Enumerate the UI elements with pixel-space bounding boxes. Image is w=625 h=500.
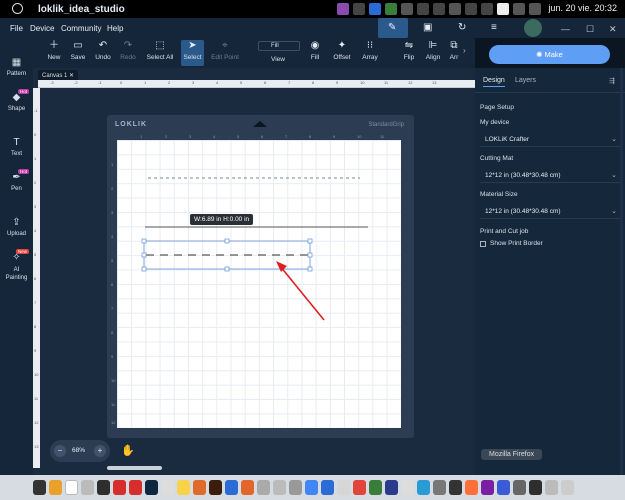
zoom-control: − 68% + (50, 440, 110, 462)
show-print-border-label: Show Print Border (490, 240, 543, 247)
hand-pan-icon[interactable]: ✋ (121, 444, 135, 457)
material-size-label: Material Size (480, 191, 518, 198)
resize-handle[interactable] (307, 266, 313, 272)
material-size-select[interactable]: 12*12 in (30.48*30.48 cm) ⌄ (480, 204, 621, 219)
zoom-in-button[interactable]: + (94, 445, 106, 457)
dock (33, 478, 574, 498)
dock-app-icon[interactable] (81, 480, 94, 495)
chrome-icon[interactable] (305, 480, 318, 495)
make-button[interactable]: ✺ Make (489, 45, 610, 64)
cutting-mat-select[interactable]: 12*12 in (30.48*30.48 cm) ⌄ (480, 168, 621, 183)
print-cut-label: Print and Cut job (480, 228, 529, 235)
panel-menu-icon[interactable]: ⇶ (609, 77, 615, 85)
dock-app-icon[interactable] (497, 480, 510, 495)
resize-handle[interactable] (141, 252, 147, 258)
dock-app-icon[interactable] (33, 480, 46, 495)
dock-app-icon[interactable] (273, 480, 286, 495)
dock-app-icon[interactable] (545, 480, 558, 495)
dock-app-icon[interactable] (529, 480, 542, 495)
dock-app-icon[interactable] (177, 480, 190, 495)
resize-handle[interactable] (307, 238, 313, 244)
dock-app-icon[interactable] (129, 480, 142, 495)
my-device-label: My device (480, 119, 510, 126)
make-icon: ✺ (536, 50, 545, 59)
resize-handle[interactable] (224, 266, 230, 272)
device-select[interactable]: LOKLiK Crafter ⌄ (480, 132, 621, 147)
dock-app-icon[interactable] (321, 480, 334, 495)
horizontal-scrollbar[interactable] (107, 466, 162, 470)
dock-app-icon[interactable] (49, 480, 62, 495)
dock-app-icon[interactable] (257, 480, 270, 495)
dock-app-icon[interactable] (369, 480, 382, 495)
resize-handle[interactable] (141, 238, 147, 244)
tab-layers[interactable]: Layers (515, 77, 536, 84)
dock-app-icon[interactable] (417, 480, 430, 495)
firefox-icon[interactable] (465, 480, 478, 495)
dock-app-icon[interactable] (337, 480, 350, 495)
cutting-mat-label: Cutting Mat (480, 155, 514, 162)
dock-app-icon[interactable] (401, 480, 414, 495)
panel-scrollbar[interactable] (620, 68, 623, 475)
annotation-arrow (279, 265, 325, 321)
calendar-icon[interactable] (65, 480, 78, 495)
photoshop-icon[interactable] (145, 480, 158, 495)
dock-app-icon[interactable] (161, 480, 174, 495)
dock-app-icon[interactable] (481, 480, 494, 495)
dock-app-icon[interactable] (449, 480, 462, 495)
page-setup-title: Page Setup (480, 104, 514, 111)
dock-app-icon[interactable] (97, 480, 110, 495)
resize-handle[interactable] (141, 266, 147, 272)
selection-box[interactable] (143, 240, 311, 270)
annotation-arrowhead (276, 261, 287, 272)
illustrator-icon[interactable] (209, 480, 222, 495)
tab-design[interactable]: Design (483, 77, 505, 87)
dock-app-icon[interactable] (113, 480, 126, 495)
right-panel: Design Layers ⇶ Page Setup My device LOK… (475, 68, 625, 475)
trash-icon[interactable] (561, 480, 574, 495)
show-print-border-checkbox[interactable] (480, 241, 486, 247)
zoom-out-button[interactable]: − (54, 445, 66, 457)
chevron-down-icon: ⌄ (611, 136, 617, 143)
divider (475, 92, 625, 93)
chevron-down-icon: ⌄ (611, 172, 617, 179)
dock-app-icon[interactable] (241, 480, 254, 495)
dock-app-icon[interactable] (385, 480, 398, 495)
dock-app-icon[interactable] (353, 480, 366, 495)
dock-app-icon[interactable] (193, 480, 206, 495)
dock-app-icon[interactable] (289, 480, 302, 495)
taskbar-tooltip: Mozilla Firefox (481, 449, 543, 460)
dock-app-icon[interactable] (225, 480, 238, 495)
zoom-level: 68% (72, 447, 86, 454)
chevron-down-icon: ⌄ (611, 208, 617, 215)
dock-app-icon[interactable] (433, 480, 446, 495)
dimension-tooltip: W:6.89 in H:0.00 in (190, 214, 254, 225)
resize-handle[interactable] (307, 252, 313, 258)
resize-handle[interactable] (224, 238, 230, 244)
dock-app-icon[interactable] (513, 480, 526, 495)
